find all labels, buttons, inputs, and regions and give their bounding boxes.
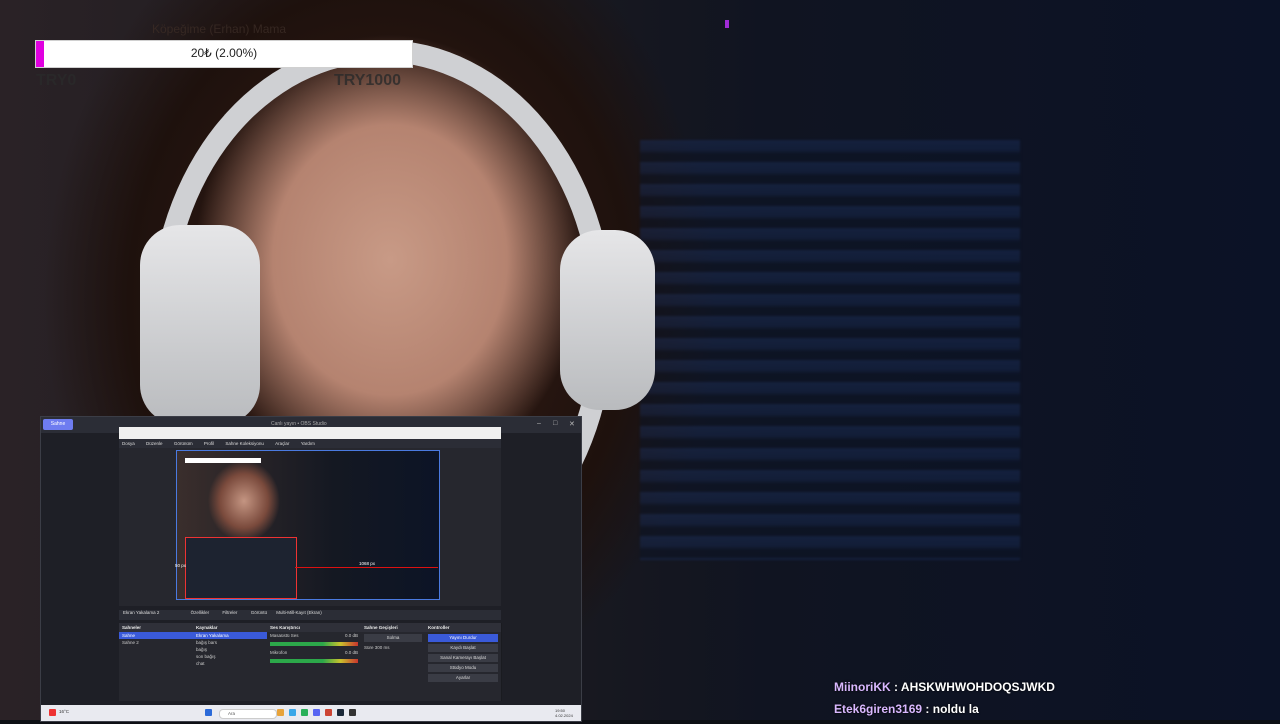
preview-guide-line xyxy=(295,567,438,568)
toolbar-source-name: Ekran Yakalama 2 xyxy=(123,610,160,615)
properties-button[interactable]: Özellikler xyxy=(191,610,210,615)
display-label: Görüntü xyxy=(250,610,267,615)
source-item[interactable]: bağış bars xyxy=(193,639,267,646)
taskbar-clock[interactable]: 19:50 4.02.2024 xyxy=(555,708,573,718)
source-item[interactable]: son bağış xyxy=(193,653,267,660)
weather-icon[interactable] xyxy=(49,709,56,716)
audio-mixer-header: Ses Karıştırıcı xyxy=(267,623,361,632)
menu-item-scene-collection[interactable]: Sahne Koleksiyonu xyxy=(225,441,264,446)
transition-duration[interactable]: Süre 300 ms xyxy=(361,644,425,651)
chat-overlay: MiinoriKK : AHSKWHWOHDOQSJWKD Etek6giren… xyxy=(834,680,1274,724)
obs-screen-capture: Sahne Canlı yayın • OBS Studio – □ ✕ Dos… xyxy=(40,416,582,722)
window-blinds xyxy=(640,140,1020,560)
obs-icon[interactable] xyxy=(349,709,356,716)
settings-button[interactable]: Ayarlar xyxy=(428,674,498,682)
audio-channel-label: Masaüstü Ses 0.0 dB xyxy=(270,633,358,638)
maximize-icon[interactable]: □ xyxy=(553,420,557,427)
preview-nested-capture[interactable] xyxy=(185,537,297,599)
scenes-dock: Sahneler Sahne Sahne 2 xyxy=(119,623,194,701)
preview-bottom-px: 1068 px xyxy=(359,561,376,566)
weather-label: 16°C xyxy=(59,709,70,714)
menu-item-edit[interactable]: Düzenle xyxy=(146,441,163,446)
close-icon[interactable]: ✕ xyxy=(569,420,575,428)
edge-icon[interactable] xyxy=(289,709,296,716)
obs-docks: Sahneler Sahne Sahne 2 Kaynaklar Ekran Y… xyxy=(119,623,502,701)
studio-mode-button[interactable]: Stüdyo Modu xyxy=(428,664,498,672)
menu-item-help[interactable]: Yardım xyxy=(301,441,315,446)
chat-message: MiinoriKK : AHSKWHWOHDOQSJWKD xyxy=(834,680,1055,694)
preview-left-px: 50 px xyxy=(175,563,187,568)
start-icon[interactable] xyxy=(205,709,212,716)
audio-meter xyxy=(270,659,358,663)
start-recording-button[interactable]: Kaydı Başlat xyxy=(428,644,498,652)
audio-meter xyxy=(270,642,358,646)
source-item[interactable]: chat xyxy=(193,660,267,667)
goal-min-label: TRY0 xyxy=(36,72,77,89)
chat-text: AHSKWHWOHDOQSJWKD xyxy=(900,680,1055,694)
taskbar-search[interactable]: Ara xyxy=(219,709,277,719)
app-icon[interactable] xyxy=(325,709,332,716)
scenes-header: Sahneler xyxy=(119,623,193,632)
explorer-icon[interactable] xyxy=(277,709,284,716)
controls-dock: Kontroller Yayını Durdur Kaydı Başlat Sa… xyxy=(425,623,502,701)
headphone-left-cup xyxy=(140,225,260,425)
controls-header: Kontroller xyxy=(425,623,501,632)
discord-icon[interactable] xyxy=(313,709,320,716)
donation-goal-bar: 20₺ (2.00%) xyxy=(35,40,413,68)
obs-source-toolbar: Ekran Yakalama 2 Özellikler Filtreler Gö… xyxy=(119,610,501,620)
goal-max-label: TRY1000 xyxy=(334,72,401,89)
preview-goal-bar xyxy=(185,458,261,463)
chat-message: Etek6giren3169 : noldu la xyxy=(834,702,979,716)
audio-mixer-dock: Ses Karıştırıcı Masaüstü Ses 0.0 dB Mikr… xyxy=(267,623,362,701)
chat-username: MiinoriKK xyxy=(834,680,891,694)
stop-streaming-button[interactable]: Yayını Durdur xyxy=(428,634,498,642)
filters-button[interactable]: Filtreler xyxy=(222,610,237,615)
scene-item[interactable]: Sahne 2 xyxy=(119,639,193,646)
headphone-right-cup xyxy=(560,230,655,410)
windows-taskbar: 16°C Ara 19:50 4.02.2024 xyxy=(41,705,581,721)
audio-channel-label: Mikrofon 0.0 dB xyxy=(270,650,358,655)
sources-header: Kaynaklar xyxy=(193,623,267,632)
chat-text: noldu la xyxy=(932,702,979,716)
minimize-icon[interactable]: – xyxy=(537,420,541,427)
obs-preview[interactable]: 50 px 1068 px xyxy=(175,450,440,600)
menu-item-tools[interactable]: Araçlar xyxy=(275,441,289,446)
menu-item-profile[interactable]: Profil xyxy=(204,441,214,446)
obs-menu-bar: Dosya Düzenle Görünüm Profil Sahne Kolek… xyxy=(119,439,501,448)
scene-item[interactable]: Sahne xyxy=(119,632,193,639)
steam-icon[interactable] xyxy=(337,709,344,716)
chat-username: Etek6giren3169 xyxy=(834,702,923,716)
obs-title-tab[interactable]: Sahne xyxy=(43,419,73,430)
goal-progress-label: 20₺ (2.00%) xyxy=(190,46,258,60)
start-virtual-camera-button[interactable]: Sanal Kamerayı Başlat xyxy=(428,654,498,662)
chrome-icon[interactable] xyxy=(301,709,308,716)
display-select[interactable]: Multi-Mill-Kayıt (Ekran) xyxy=(276,610,322,615)
inner-browser-bar xyxy=(119,427,501,439)
transitions-header: Sahne Geçişleri xyxy=(361,623,425,632)
source-item[interactable]: Ekran Yakalama xyxy=(193,632,267,639)
transition-select[interactable]: Solma xyxy=(364,634,422,642)
goal-title: Köpeğime (Erhan) Mama xyxy=(152,22,287,36)
source-item[interactable]: bağış xyxy=(193,646,267,653)
menu-item-file[interactable]: Dosya xyxy=(122,441,135,446)
cursor-marker xyxy=(725,20,729,28)
sources-dock: Kaynaklar Ekran Yakalama bağış bars bağı… xyxy=(193,623,268,701)
transitions-dock: Sahne Geçişleri Solma Süre 300 ms xyxy=(361,623,426,701)
menu-item-view[interactable]: Görünüm xyxy=(174,441,193,446)
